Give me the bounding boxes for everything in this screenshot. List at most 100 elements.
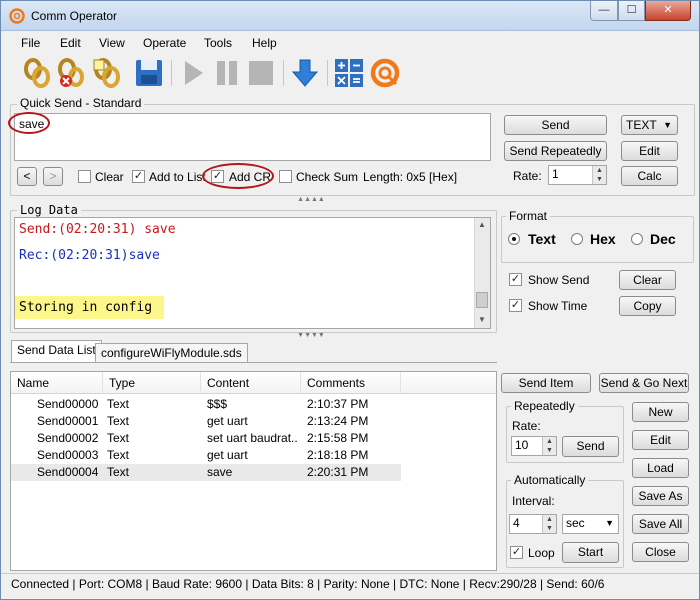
splitter-handle[interactable]: ▼▼▼▼ xyxy=(291,332,331,339)
format-title: Format xyxy=(506,209,551,223)
menu-tools[interactable]: Tools xyxy=(204,36,232,50)
table-row[interactable]: Send00002 Text set uart baudrat... 2:15:… xyxy=(11,430,401,447)
log-scrollbar[interactable]: ▲ ▼ xyxy=(474,218,490,328)
connect-icon[interactable] xyxy=(21,57,53,89)
save-all-button[interactable]: Save All xyxy=(632,514,689,534)
list-edit-button[interactable]: Edit xyxy=(632,430,689,450)
show-time-checkbox[interactable]: ✓ xyxy=(509,299,522,312)
send-repeatedly-button[interactable]: Send Repeatedly xyxy=(504,141,607,161)
format-hex-radio[interactable] xyxy=(571,233,583,245)
menu-operate[interactable]: Operate xyxy=(143,36,186,50)
show-send-label: Show Send xyxy=(528,273,590,287)
rate-label: Rate: xyxy=(513,169,542,183)
maximize-button[interactable]: ☐ xyxy=(618,1,645,21)
send-button[interactable]: Send xyxy=(504,115,607,135)
save-icon[interactable] xyxy=(133,57,165,89)
save-as-button[interactable]: Save As xyxy=(632,486,689,506)
scroll-up-icon[interactable]: ▲ xyxy=(478,220,486,229)
format-text-radio[interactable] xyxy=(508,233,520,245)
check-sum-checkbox[interactable] xyxy=(279,170,292,183)
table-row[interactable]: Send00003 Text get uart 2:18:18 PM xyxy=(11,447,401,464)
format-select-value: TEXT xyxy=(626,118,657,132)
menu-view[interactable]: View xyxy=(99,36,125,50)
clear-checkbox[interactable] xyxy=(78,170,91,183)
column-header-name[interactable]: Name xyxy=(11,372,103,394)
cell-type: Text xyxy=(107,397,130,411)
cell-content: save xyxy=(207,465,233,479)
log-output[interactable]: Send:(02:20:31) save Rec:(02:20:31)save … xyxy=(14,217,491,329)
close-button[interactable]: Close xyxy=(632,542,689,562)
edit-button[interactable]: Edit xyxy=(621,141,678,161)
toolbar-separator xyxy=(171,60,172,86)
column-header-filler xyxy=(401,372,496,394)
menu-edit[interactable]: Edit xyxy=(60,36,81,50)
send-item-button[interactable]: Send Item xyxy=(501,373,591,393)
add-to-list-checkbox[interactable]: ✓ xyxy=(132,170,145,183)
disconnect-icon[interactable] xyxy=(55,57,87,89)
prev-button[interactable]: < xyxy=(17,167,37,186)
connect-settings-icon[interactable] xyxy=(91,57,123,89)
chevron-down-icon: ▼ xyxy=(663,120,672,130)
scroll-thumb[interactable] xyxy=(476,292,488,308)
automatically-title: Automatically xyxy=(511,473,589,487)
download-icon[interactable] xyxy=(289,57,321,89)
log-clear-button[interactable]: Clear xyxy=(619,270,676,290)
splitter-handle[interactable]: ▲▲▲▲ xyxy=(291,196,331,203)
clear-label: Clear xyxy=(95,170,124,184)
column-header-content[interactable]: Content xyxy=(201,372,301,394)
play-icon[interactable] xyxy=(177,57,209,89)
cell-content: set uart baudrat... xyxy=(207,431,297,445)
add-to-list-label: Add to List xyxy=(149,170,206,184)
pause-icon[interactable] xyxy=(211,57,243,89)
format-dec-label: Dec xyxy=(650,231,676,247)
start-button[interactable]: Start xyxy=(562,542,619,563)
list-rate-spinner[interactable]: ▲ ▼ xyxy=(542,437,556,455)
length-indicator: Length: 0x5 [Hex] xyxy=(363,170,458,184)
menu-file[interactable]: File xyxy=(21,36,40,50)
interval-unit-value: sec xyxy=(566,516,585,530)
interval-spinner[interactable]: ▲ ▼ xyxy=(542,515,556,533)
stop-icon[interactable] xyxy=(245,57,277,89)
app-logo-icon[interactable] xyxy=(369,57,401,89)
quick-send-input[interactable]: save xyxy=(14,113,491,161)
check-sum-label: Check Sum xyxy=(296,170,359,184)
log-line-highlight: Storing in config xyxy=(15,296,165,319)
next-button[interactable]: > xyxy=(43,167,63,186)
calculator-icon[interactable] xyxy=(333,57,365,89)
column-header-comments[interactable]: Comments xyxy=(301,372,401,394)
highlight-ellipse xyxy=(202,163,274,189)
close-window-button[interactable]: ✕ xyxy=(645,1,691,21)
table-row-selected[interactable]: Send00004 Text save 2:20:31 PM xyxy=(11,464,401,481)
cell-comments: 2:15:58 PM xyxy=(307,431,369,445)
column-header-type[interactable]: Type xyxy=(103,372,201,394)
interval-unit-select[interactable]: sec ▼ xyxy=(562,514,619,534)
log-copy-button[interactable]: Copy xyxy=(619,296,676,316)
format-select[interactable]: TEXT ▼ xyxy=(621,115,678,135)
loop-checkbox[interactable]: ✓ xyxy=(510,546,523,559)
table-row[interactable]: Send00000 Text $$$ 2:10:37 PM xyxy=(11,396,401,413)
show-send-checkbox[interactable]: ✓ xyxy=(509,273,522,286)
list-send-button[interactable]: Send xyxy=(562,436,619,457)
cell-type: Text xyxy=(107,414,130,428)
cell-type: Text xyxy=(107,431,130,445)
list-rate-value: 10 xyxy=(515,438,529,452)
cell-name: Send00001 xyxy=(37,414,99,428)
toolbar-separator xyxy=(327,60,328,86)
menu-help[interactable]: Help xyxy=(252,36,277,50)
tab-send-data-list[interactable]: Send Data List xyxy=(11,340,102,362)
scroll-down-icon[interactable]: ▼ xyxy=(478,315,486,324)
toolbar xyxy=(15,57,415,91)
rate-spinner[interactable]: ▲ ▼ xyxy=(592,166,606,184)
send-go-next-button[interactable]: Send & Go Next xyxy=(599,373,689,393)
minimize-button[interactable]: — xyxy=(590,1,618,21)
format-dec-radio[interactable] xyxy=(631,233,643,245)
tab-configure-wifly[interactable]: configureWiFlyModule.sds xyxy=(95,343,248,363)
send-data-table: Name Type Content Comments Send00000 Tex… xyxy=(10,371,497,571)
calc-button[interactable]: Calc xyxy=(621,166,678,186)
load-button[interactable]: Load xyxy=(632,458,689,478)
new-button[interactable]: New xyxy=(632,402,689,422)
log-line-send: Send:(02:20:31) save xyxy=(19,222,176,237)
cell-name: Send00003 xyxy=(37,448,99,462)
cell-content: get uart xyxy=(207,448,248,462)
table-row[interactable]: Send00001 Text get uart 2:13:24 PM xyxy=(11,413,401,430)
